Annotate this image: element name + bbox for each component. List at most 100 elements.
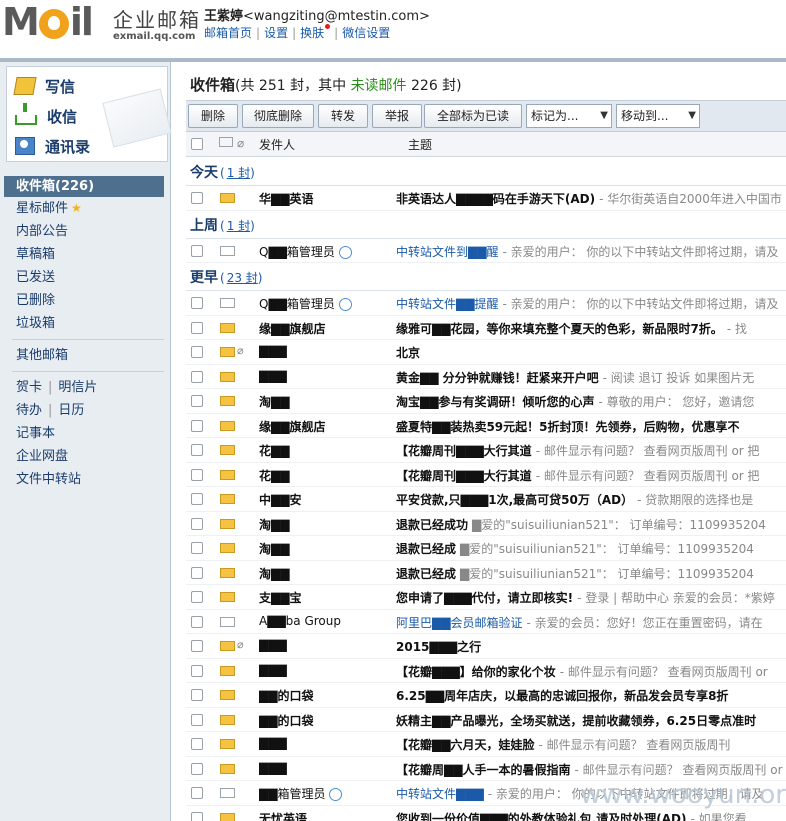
subject: 盛夏特▇▇装热卖59元起！5折封顶！先领券，后购物，优惠享不 xyxy=(396,419,740,434)
nav-notice[interactable]: 内部公告 xyxy=(4,220,164,243)
nav-postcard[interactable]: 明信片 xyxy=(58,380,97,395)
row-checkbox[interactable] xyxy=(191,244,203,257)
nav-other[interactable]: 其他邮箱 xyxy=(4,344,164,367)
row-checkbox[interactable] xyxy=(191,566,203,579)
preview: ▇爱的"suisuiliunian521"： 订单编号：1109935204 xyxy=(460,566,754,581)
mail-row[interactable]: ▇▇▇ 黄金▇▇ 分分钟就赚钱！赶紧来开户吧 - 阅读 退订 投诉 如果图片无 xyxy=(186,365,786,389)
top-bar: Mil 企业邮箱 exmail.qq.com 王紫婷<wangziting@mt… xyxy=(0,0,786,58)
move-to-select[interactable]: 移动到... ▼ xyxy=(616,104,700,128)
select-all-checkbox[interactable] xyxy=(191,138,203,150)
sender: Q▇▇箱管理员 xyxy=(259,243,395,260)
sender: 淘▇▇ xyxy=(259,393,395,410)
mail-row[interactable]: A▇▇ba Group 阿里巴▇▇会员邮箱验证 - 亲爱的会员：您好！您正在重置密码… xyxy=(186,610,786,634)
sender-name: 淘▇▇ xyxy=(259,395,290,409)
unread-envelope-icon xyxy=(220,739,235,749)
paren-open: ( xyxy=(220,218,225,233)
sender: 淘▇▇ xyxy=(259,516,395,533)
row-checkbox[interactable] xyxy=(191,762,203,775)
row-checkbox[interactable] xyxy=(191,640,203,652)
sender: ▇▇▇ xyxy=(259,663,395,677)
perm-delete-button[interactable]: 彻底删除 xyxy=(242,104,314,128)
row-checkbox[interactable] xyxy=(191,493,203,505)
report-button[interactable]: 举报 xyxy=(372,104,422,128)
mail-row[interactable]: 淘▇▇ 退款已经成功 ▇爱的"suisuiliunian521"： 订单编号：110… xyxy=(186,512,786,536)
preview: - 登录 | 帮助中心 亲爱的会员：*紫婷 xyxy=(577,591,775,605)
mail-row[interactable]: ▇▇的口袋 6.25▇▇周年店庆，以最高的忠诚回报你，新品发会员专享8折 xyxy=(186,683,786,708)
mail-row[interactable]: 花▇▇ 【花瓣周刊▇▇▇大行其道 - 邮件显示有问题？ 查看网页版周刊 or 把 xyxy=(186,438,786,463)
contacts-button[interactable]: 通讯录 xyxy=(15,133,90,159)
nav-spam[interactable]: 垃圾箱 xyxy=(4,312,164,335)
logo[interactable]: Mil xyxy=(2,0,94,44)
mark-all-read-button[interactable]: 全部标为已读 xyxy=(424,104,522,128)
row-checkbox[interactable] xyxy=(191,370,203,383)
mail-row[interactable]: 花▇▇ 【花瓣周刊▇▇▇大行其道 - 邮件显示有问题？ 查看网页版周刊 or 把 xyxy=(186,463,786,487)
mail-row[interactable]: 淘▇▇ 退款已经成 ▇爱的"suisuiliunian521"： 订单编号：1109… xyxy=(186,536,786,561)
row-checkbox[interactable] xyxy=(191,468,203,481)
mail-row[interactable]: ▇▇▇ 【花瓣▇▇▇】给你的家化个妆 - 邮件显示有问题？ 查看网页版周刊 or xyxy=(186,659,786,683)
row-checkbox[interactable] xyxy=(191,395,203,407)
column-from[interactable]: 发件人 xyxy=(259,136,295,153)
mail-row[interactable]: Q▇▇箱管理员 中转站文件到▇▇醒 - 亲爱的用户： 你的以下中转站文件即将过期，请… xyxy=(186,239,786,263)
mail-row[interactable]: 缘▇▇旗舰店 盛夏特▇▇装热卖59元起！5折封顶！先领券，后购物，优惠享不 xyxy=(186,414,786,438)
nav-calendar[interactable]: 日历 xyxy=(58,403,84,418)
row-checkbox[interactable] xyxy=(191,517,203,530)
mail-row[interactable]: ⌀ ▇▇▇ 2015▇▇▇之行 xyxy=(186,634,786,659)
row-checkbox[interactable] xyxy=(191,713,203,726)
group-count-link[interactable]: 1 封 xyxy=(227,219,250,233)
link-wechat-settings[interactable]: 微信设置 xyxy=(342,26,390,40)
row-checkbox[interactable] xyxy=(191,444,203,456)
nav-drafts[interactable]: 草稿箱 xyxy=(4,243,164,266)
row-checkbox[interactable] xyxy=(191,419,203,432)
group-count-link[interactable]: 23 封 xyxy=(227,271,258,285)
row-checkbox[interactable] xyxy=(191,689,203,701)
mail-row[interactable]: 淘▇▇ 退款已经成 ▇爱的"suisuiliunian521"： 订单编号：1109… xyxy=(186,561,786,585)
nav-notes[interactable]: 记事本 xyxy=(4,422,164,445)
mail-row[interactable]: 支▇▇宝 您申请了▇▇▇代付，请立即核实! - 登录 | 帮助中心 亲爱的会员：*紫… xyxy=(186,585,786,610)
row-checkbox[interactable] xyxy=(191,346,203,358)
mail-row[interactable]: ▇▇的口袋 妖精主▇▇产品曝光，全场买就送，提前收藏领券，6.25日零点准时 xyxy=(186,708,786,732)
receive-button[interactable]: 收信 xyxy=(15,103,77,129)
row-checkbox[interactable] xyxy=(191,192,203,204)
delete-button[interactable]: 删除 xyxy=(188,104,238,128)
row-checkbox[interactable] xyxy=(191,811,203,821)
row-checkbox[interactable] xyxy=(191,787,203,799)
subject: 非英语达人▇▇▇▇码在手游天下(AD) xyxy=(396,192,596,206)
forward-button[interactable]: 转发 xyxy=(318,104,368,128)
mail-row[interactable]: Q▇▇箱管理员 中转站文件▇▇提醒 - 亲爱的用户： 你的以下中转站文件即将过期，请… xyxy=(186,291,786,316)
mail-row[interactable]: 华▇▇英语 非英语达人▇▇▇▇码在手游天下(AD) - 华尔街英语自2000年进入中… xyxy=(186,186,786,211)
mail-row[interactable]: ▇▇▇ 【花瓣▇▇六月天，娃娃脸 - 邮件显示有问题？ 查看网页版周刊 xyxy=(186,732,786,757)
subject-cell: 【花瓣▇▇六月天，娃娃脸 - 邮件显示有问题？ 查看网页版周刊 xyxy=(396,736,786,753)
row-checkbox[interactable] xyxy=(191,664,203,677)
row-checkbox[interactable] xyxy=(191,542,203,554)
subject-cell: 退款已经成 ▇爱的"suisuiliunian521"： 订单编号：1109935… xyxy=(396,540,786,557)
link-mail-home[interactable]: 邮箱首页 xyxy=(204,26,252,40)
group-count-link[interactable]: 1 封 xyxy=(227,166,250,180)
nav-starred[interactable]: 星标邮件 ★ xyxy=(4,197,164,220)
link-skin[interactable]: 换肤 xyxy=(300,26,324,40)
paren-close: ) xyxy=(257,271,263,285)
read-envelope-icon xyxy=(220,245,235,256)
mark-as-select[interactable]: 标记为... ▼ xyxy=(526,104,612,128)
row-checkbox[interactable] xyxy=(191,321,203,334)
nav-transfer[interactable]: 文件中转站 xyxy=(4,468,164,491)
sender-name: ▇▇▇ xyxy=(259,638,287,652)
mail-row[interactable]: ⌀ ▇▇▇ 北京 xyxy=(186,340,786,365)
mail-row[interactable]: 淘▇▇ 淘宝▇▇参与有奖调研！倾听您的心声 - 尊敬的用户： 您好，邀请您 xyxy=(186,389,786,414)
row-checkbox[interactable] xyxy=(191,591,203,603)
nav-disk[interactable]: 企业网盘 xyxy=(4,445,164,468)
column-subject[interactable]: 主题 xyxy=(408,136,432,153)
write-button[interactable]: 写信 xyxy=(13,73,75,99)
nav-todo[interactable]: 待办 xyxy=(16,403,42,418)
row-checkbox[interactable] xyxy=(191,297,203,309)
mail-row[interactable]: 缘▇▇旗舰店 缘雅可▇▇花园，等你来填充整个夏天的色彩，新品限时7折。 - 找 xyxy=(186,316,786,340)
row-checkbox[interactable] xyxy=(191,615,203,628)
mail-row[interactable]: 中▇▇安 平安贷款,只▇▇▇1次,最高可贷50万（AD） - 贷款期限的选择也是 xyxy=(186,487,786,512)
row-checkbox[interactable] xyxy=(191,738,203,750)
unread-link[interactable]: 未读邮件 xyxy=(351,78,407,94)
nav-sent[interactable]: 已发送 xyxy=(4,266,164,289)
mail-row[interactable]: ▇▇▇ 【花瓣周▇▇人手一本的暑假指南 - 邮件显示有问题？ 查看网页版周刊 or xyxy=(186,757,786,781)
link-settings[interactable]: 设置 xyxy=(264,26,288,40)
nav-card[interactable]: 贺卡 xyxy=(16,380,42,395)
nav-deleted[interactable]: 已删除 xyxy=(4,289,164,312)
nav-inbox[interactable]: 收件箱(226) xyxy=(4,176,164,197)
